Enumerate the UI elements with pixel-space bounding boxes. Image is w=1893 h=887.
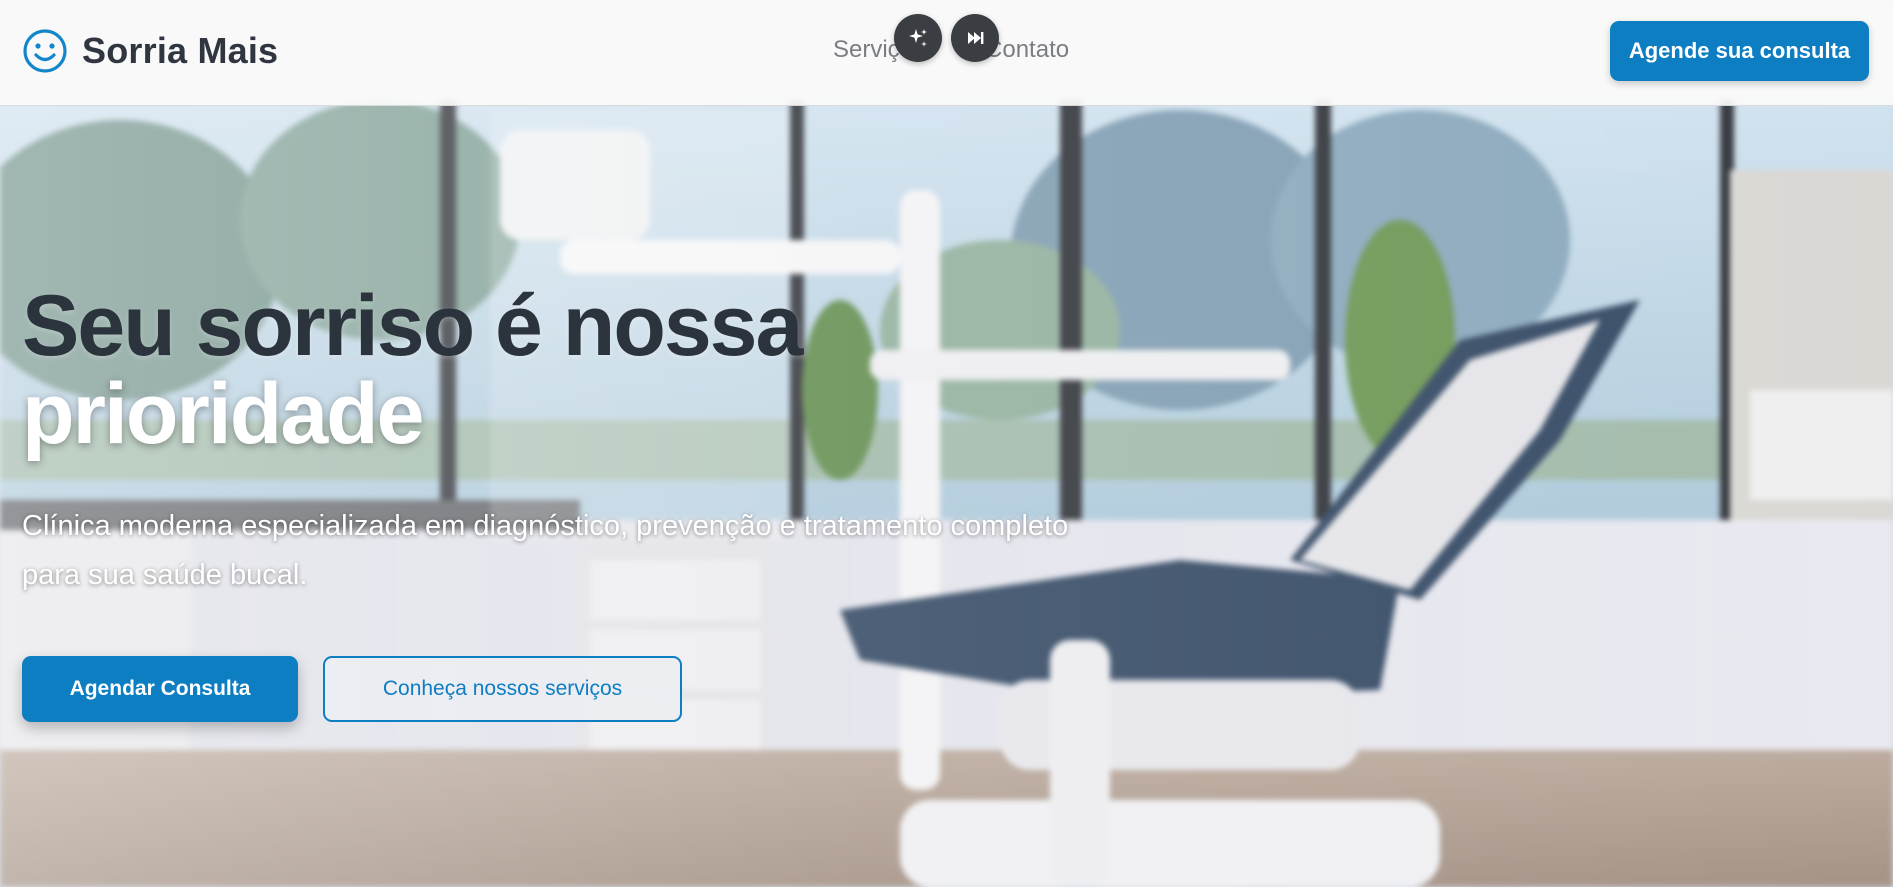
view-services-button[interactable]: Conheça nossos serviços bbox=[323, 656, 682, 722]
sparkle-button[interactable] bbox=[894, 14, 942, 62]
hero-title-line2: prioridade bbox=[22, 366, 425, 462]
skip-forward-icon bbox=[968, 32, 984, 44]
schedule-appointment-button[interactable]: Agendar Consulta bbox=[22, 656, 298, 722]
sparkle-icon bbox=[909, 29, 927, 47]
smile-icon bbox=[23, 29, 67, 73]
brand-name: Sorria Mais bbox=[82, 30, 279, 71]
site-header: Sorria Mais Serviços Contato Agende sua … bbox=[0, 0, 1893, 106]
hero-title-line1: Seu sorriso é nossa bbox=[22, 278, 803, 374]
hero-title: Seu sorriso é nossa prioridade bbox=[22, 278, 803, 462]
schedule-appointment-header-button[interactable]: Agende sua consulta bbox=[1610, 21, 1869, 81]
skip-forward-button[interactable] bbox=[951, 14, 999, 62]
hero-subtitle: Clínica moderna especializada em diagnós… bbox=[22, 510, 1069, 591]
brand-logo[interactable]: Sorria Mais bbox=[22, 28, 278, 74]
